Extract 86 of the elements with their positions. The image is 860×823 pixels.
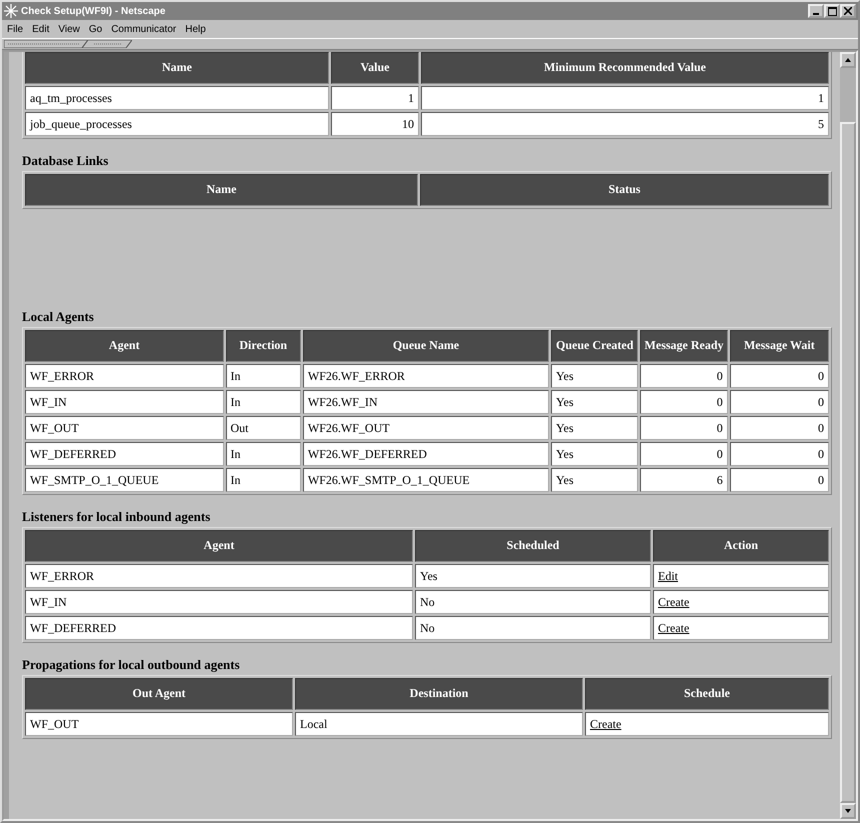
column-header: Minimum Recommended Value bbox=[421, 52, 829, 84]
vertical-scrollbar[interactable] bbox=[840, 52, 856, 819]
table-cell: job_queue_processes bbox=[25, 112, 329, 136]
table-cell: Yes bbox=[415, 564, 651, 588]
table-cell: 0 bbox=[730, 416, 829, 440]
table-cell: WF_DEFERRED bbox=[25, 616, 413, 640]
column-header: Agent bbox=[25, 530, 413, 562]
table-cell: WF_OUT bbox=[25, 712, 293, 736]
table-cell: 0 bbox=[640, 416, 728, 440]
menu-item[interactable]: File bbox=[7, 24, 24, 34]
column-header: Name bbox=[25, 174, 418, 206]
column-header: Name bbox=[25, 52, 329, 84]
menu-item[interactable]: Help bbox=[185, 24, 206, 34]
section-heading: Propagations for local outbound agents bbox=[22, 657, 241, 673]
table-cell: 0 bbox=[730, 442, 829, 466]
table-cell: 1 bbox=[421, 86, 829, 110]
table-cell: 0 bbox=[640, 364, 728, 388]
table-cell: 10 bbox=[331, 112, 419, 136]
window-title: Check Setup(WF9I) - Netscape bbox=[21, 6, 166, 16]
table-cell: WF_DEFERRED bbox=[25, 442, 224, 466]
table-cell: Yes bbox=[551, 416, 638, 440]
table-cell: 5 bbox=[421, 112, 829, 136]
close-icon bbox=[844, 7, 852, 15]
column-header: Destination bbox=[295, 678, 583, 710]
column-header: Queue Created bbox=[551, 330, 638, 362]
table-cell: 0 bbox=[730, 364, 829, 388]
table-cell: 0 bbox=[640, 390, 728, 414]
table-cell: WF26.WF_ERROR bbox=[302, 364, 550, 388]
table-link[interactable]: Create bbox=[590, 716, 622, 730]
table-cell: WF_SMTP_O_1_QUEUE bbox=[25, 468, 224, 492]
table-cell: 0 bbox=[730, 390, 829, 414]
table-cell: 6 bbox=[640, 468, 728, 492]
table-cell: Local bbox=[295, 712, 583, 736]
down-arrow-icon[interactable] bbox=[844, 808, 852, 814]
table-cell: aq_tm_processes bbox=[25, 86, 329, 110]
menu-item[interactable]: Go bbox=[88, 24, 102, 34]
column-header: Status bbox=[420, 174, 829, 206]
table-cell: WF26.WF_OUT bbox=[302, 416, 550, 440]
table-cell: WF_IN bbox=[25, 590, 413, 614]
column-header: Queue Name bbox=[302, 330, 550, 362]
table-cell: Out bbox=[226, 416, 301, 440]
table-link[interactable]: Create bbox=[658, 620, 690, 634]
maximize-icon bbox=[828, 6, 836, 16]
table-cell: WF26.WF_DEFERRED bbox=[302, 442, 550, 466]
table-link[interactable]: Edit bbox=[658, 568, 678, 582]
snowflake-icon bbox=[4, 4, 18, 18]
column-header: Direction bbox=[226, 330, 301, 362]
table-cell: In bbox=[226, 390, 301, 414]
table-cell: Yes bbox=[551, 364, 638, 388]
table-cell: WF_IN bbox=[25, 390, 224, 414]
column-header: Value bbox=[331, 52, 419, 84]
table-cell: In bbox=[226, 442, 301, 466]
table-cell: WF26.WF_SMTP_O_1_QUEUE bbox=[302, 468, 550, 492]
column-header: Message Ready bbox=[640, 330, 728, 362]
table-cell: Yes bbox=[551, 390, 638, 414]
table-cell: 0 bbox=[640, 442, 728, 466]
table-cell: No bbox=[415, 616, 651, 640]
table-cell: 0 bbox=[730, 468, 829, 492]
menu-item[interactable]: Edit bbox=[32, 24, 50, 34]
minimize-button[interactable] bbox=[808, 4, 824, 18]
table-link[interactable]: Create bbox=[658, 594, 690, 608]
table-cell: Yes bbox=[551, 468, 638, 492]
table-cell: WF_ERROR bbox=[25, 364, 224, 388]
table-cell: 1 bbox=[331, 86, 419, 110]
section-heading: Database Links bbox=[22, 153, 110, 169]
column-header: Out Agent bbox=[25, 678, 293, 710]
column-header: Agent bbox=[25, 330, 224, 362]
section-heading: Local Agents bbox=[22, 309, 95, 325]
toolbar-tabs-drawing[interactable] bbox=[4, 40, 132, 48]
column-header: Schedule bbox=[585, 678, 829, 710]
table-cell: WF_ERROR bbox=[25, 564, 413, 588]
menu-item[interactable]: View bbox=[58, 24, 80, 34]
column-header: Action bbox=[653, 530, 829, 562]
table-cell: In bbox=[226, 468, 301, 492]
table-cell: No bbox=[415, 590, 651, 614]
table-cell: WF_OUT bbox=[25, 416, 224, 440]
table-cell: In bbox=[226, 364, 301, 388]
menu-item[interactable]: Communicator bbox=[111, 24, 176, 34]
section-heading: Listeners for local inbound agents bbox=[22, 509, 212, 525]
column-header: Message Wait bbox=[730, 330, 829, 362]
maximize-button[interactable] bbox=[824, 4, 840, 18]
up-arrow-icon[interactable] bbox=[844, 57, 852, 63]
close-button[interactable] bbox=[840, 4, 856, 18]
column-header: Scheduled bbox=[415, 530, 651, 562]
table-cell: Yes bbox=[551, 442, 638, 466]
table-cell: WF26.WF_IN bbox=[302, 390, 550, 414]
